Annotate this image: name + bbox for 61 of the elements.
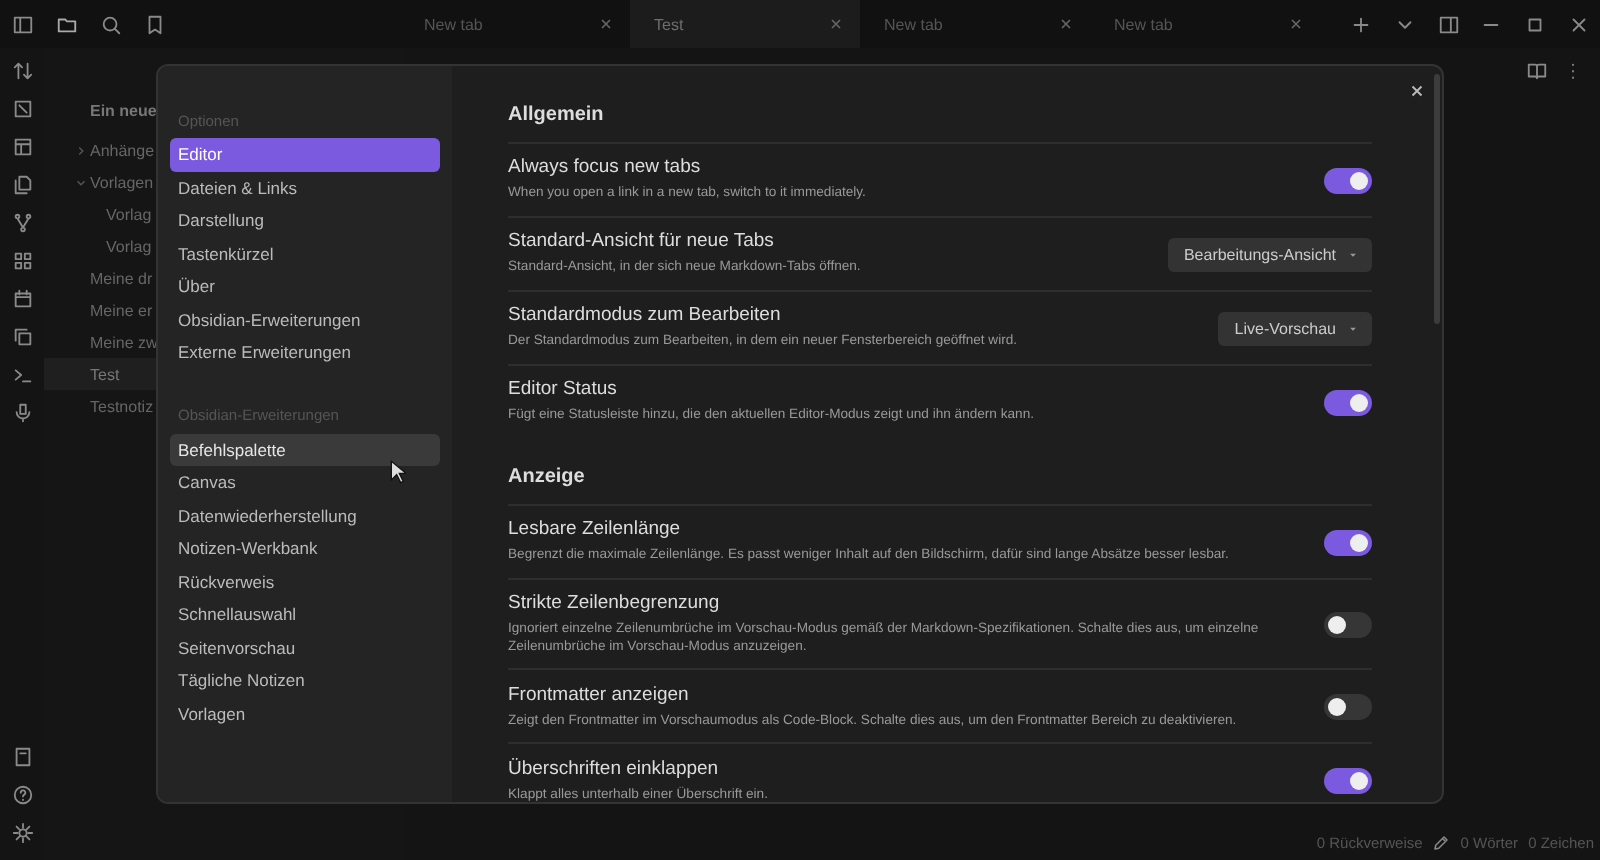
settings-nav-item[interactable]: Dateien & Links [170,171,440,204]
dropdown[interactable]: Bearbeitungs-Ansicht [1167,237,1372,271]
terminal-icon[interactable] [11,364,33,386]
maximize-icon[interactable] [1523,13,1546,35]
copy-icon[interactable] [11,326,33,348]
section-heading: Allgemein [508,104,604,126]
files-icon[interactable] [11,174,33,196]
pencil-icon[interactable] [1432,834,1451,852]
arrows-icon[interactable] [11,60,33,82]
folder-icon[interactable] [56,13,78,35]
settings-icon[interactable] [11,822,33,844]
settings-nav-item[interactable]: Datenwiederherstellung [170,499,440,532]
pointer-cursor-icon [390,460,406,484]
grid-icon[interactable] [11,250,33,272]
settings-nav-item[interactable]: Schnellauswahl [170,598,440,631]
toggle-switch[interactable] [1324,693,1372,720]
settings-nav-item[interactable]: Notizen-Werkbank [170,532,440,565]
sidebar-toggle-icon[interactable] [12,13,34,35]
graph-icon[interactable] [11,212,33,234]
setting-name: Frontmatter anzeigen [508,683,691,706]
setting-name: Überschriften einklappen [508,757,721,780]
layout-toggle-icon[interactable] [1437,13,1460,35]
settings-nav-item[interactable]: Tägliche Notizen [170,664,440,697]
setting-name: Strikte Zeilenbegrenzung [508,592,722,614]
settings-nav-item[interactable]: Canvas [170,466,440,499]
book-icon[interactable] [1526,60,1548,82]
settings-nav-item[interactable]: Darstellung [170,204,440,237]
toggle-switch[interactable] [1324,611,1372,638]
help-icon[interactable] [11,784,33,806]
toggle-switch[interactable] [1324,767,1372,794]
setting-name: Lesbare Zeilenlänge [508,518,683,541]
microphone-icon[interactable] [11,402,33,424]
setting-name: Standardmodus zum Bearbeiten [508,304,783,327]
plus-icon[interactable] [1350,13,1373,35]
dropdown[interactable]: Live-Vorschau [1218,311,1372,345]
settings-nav-item[interactable]: Vorlagen [170,697,440,730]
toggle-switch[interactable] [1324,529,1372,555]
close-icon[interactable] [1567,13,1590,35]
search-icon[interactable] [100,13,122,35]
layout-icon[interactable] [11,136,33,158]
bookmark-icon[interactable] [144,13,166,35]
section-heading: Anzeige [508,466,585,488]
toggle-switch[interactable] [1324,389,1372,415]
vault-icon[interactable] [11,746,33,768]
settings-nav-item[interactable]: Editor [170,138,440,171]
file-item[interactable]: Test [90,365,120,383]
setting-name: Always focus new tabs [508,156,703,179]
square-slash-icon[interactable] [11,98,33,120]
settings-nav-item[interactable]: Rückverweis [170,565,440,598]
toggle-switch[interactable] [1324,167,1372,193]
settings-nav-item[interactable]: Tastenkürzel [170,237,440,270]
settings-nav-item[interactable]: Seitenvorschau [170,631,440,664]
settings-nav-item[interactable]: Über [170,270,440,303]
settings-nav-item[interactable]: Obsidian-Erweiterungen [170,303,440,336]
vault-name[interactable]: Ein neue [90,102,157,120]
setting-name: Standard-Ansicht für neue Tabs [508,230,776,253]
settings-nav-item[interactable]: Externe Erweiterungen [170,336,440,369]
close-icon[interactable] [1408,82,1426,100]
calendar-icon[interactable] [11,288,33,310]
setting-name: Editor Status [508,378,619,401]
settings-nav-item[interactable]: Befehlspalette [170,433,440,466]
